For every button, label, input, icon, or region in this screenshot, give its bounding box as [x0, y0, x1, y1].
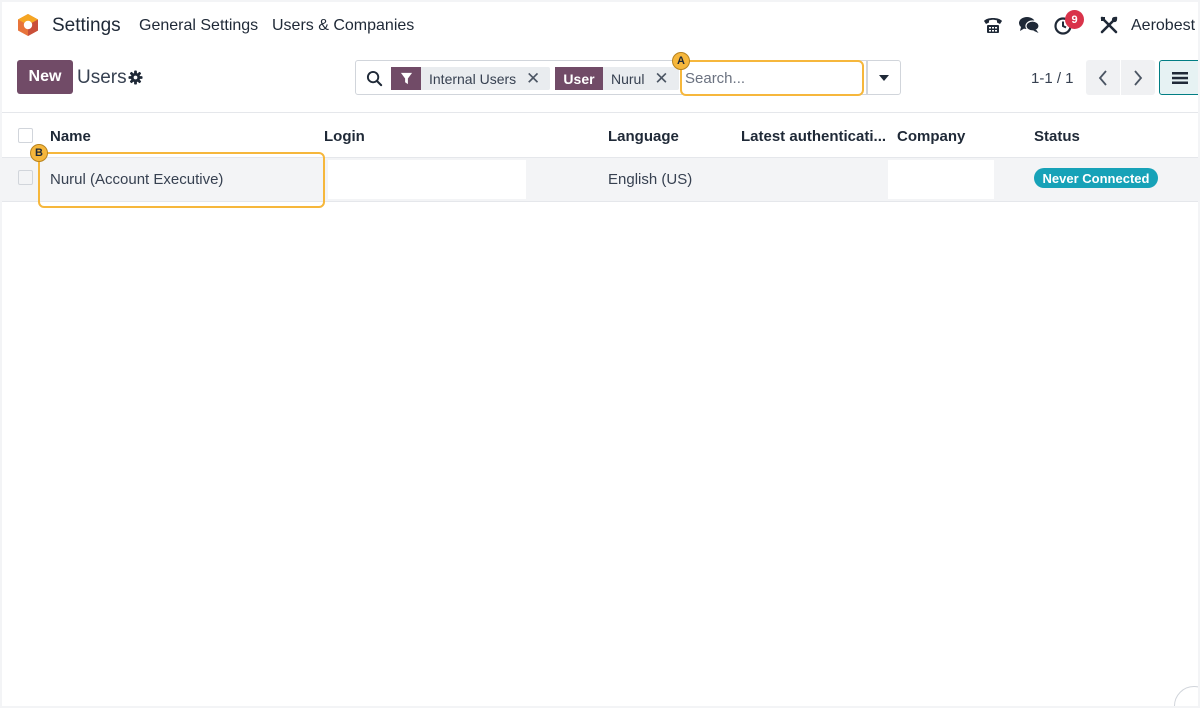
help-widget[interactable]: [1174, 686, 1198, 706]
odoo-app-logo-icon[interactable]: [16, 13, 40, 37]
company-switcher[interactable]: Aerobest: [1131, 17, 1195, 35]
facet-value: Nurul: [611, 70, 645, 87]
column-header-latest-authentication[interactable]: Latest authenticati...: [741, 128, 886, 145]
facet-value: Internal Users: [429, 70, 517, 87]
annotation-marker-a: A: [672, 52, 690, 70]
list-header: [2, 113, 1198, 157]
facet-internal-users: Internal Users ✕: [391, 67, 550, 90]
list-view-button[interactable]: [1159, 60, 1198, 95]
cell-language[interactable]: English (US): [608, 171, 692, 188]
remove-facet-icon[interactable]: ✕: [652, 67, 670, 90]
column-header-language[interactable]: Language: [608, 128, 679, 145]
search-options-toggle[interactable]: [867, 60, 901, 95]
facet-tag: User: [555, 67, 603, 90]
menu-users-companies[interactable]: Users & Companies: [272, 17, 414, 35]
pager-previous-button[interactable]: [1086, 60, 1120, 95]
search-icon[interactable]: [366, 70, 383, 87]
row-border: [2, 201, 1198, 202]
chevron-left-icon: [1098, 69, 1107, 86]
activity-count-badge: 9: [1065, 10, 1084, 29]
select-all-checkbox[interactable]: [18, 128, 33, 143]
column-header-name[interactable]: Name: [50, 128, 91, 145]
column-header-company[interactable]: Company: [897, 128, 965, 145]
debug-tools-icon[interactable]: [1098, 14, 1120, 36]
phone-icon[interactable]: [982, 14, 1004, 36]
annotation-marker-b: B: [30, 144, 48, 162]
status-badge: Never Connected: [1034, 168, 1158, 188]
search-input[interactable]: [683, 63, 858, 93]
new-button[interactable]: New: [17, 60, 73, 94]
search-bar: Internal Users ✕ User Nurul ✕: [355, 60, 867, 95]
column-header-login[interactable]: Login: [324, 128, 365, 145]
list-view-icon: [1172, 71, 1188, 84]
column-header-status[interactable]: Status: [1034, 128, 1080, 145]
app-window: Settings General Settings Users & Compan…: [2, 2, 1198, 706]
pager-value[interactable]: 1-1 / 1: [1031, 70, 1074, 87]
cell-login-redacted: [328, 160, 526, 199]
facet-user: User Nurul ✕: [555, 67, 679, 90]
cell-name[interactable]: Nurul (Account Executive): [50, 171, 223, 188]
chat-icon[interactable]: [1018, 14, 1040, 36]
top-navbar: Settings General Settings Users & Compan…: [2, 2, 1198, 48]
page-title: Users: [77, 67, 127, 88]
caret-down-icon: [879, 74, 889, 81]
pager-next-button[interactable]: [1121, 60, 1155, 95]
row-checkbox[interactable]: [18, 170, 33, 185]
cell-company-redacted: [888, 160, 994, 199]
menu-general-settings[interactable]: General Settings: [139, 17, 258, 35]
remove-facet-icon[interactable]: ✕: [524, 67, 542, 90]
gear-icon[interactable]: [128, 70, 143, 85]
chevron-right-icon: [1134, 69, 1143, 86]
filter-icon: [391, 67, 421, 90]
app-name[interactable]: Settings: [52, 15, 121, 37]
